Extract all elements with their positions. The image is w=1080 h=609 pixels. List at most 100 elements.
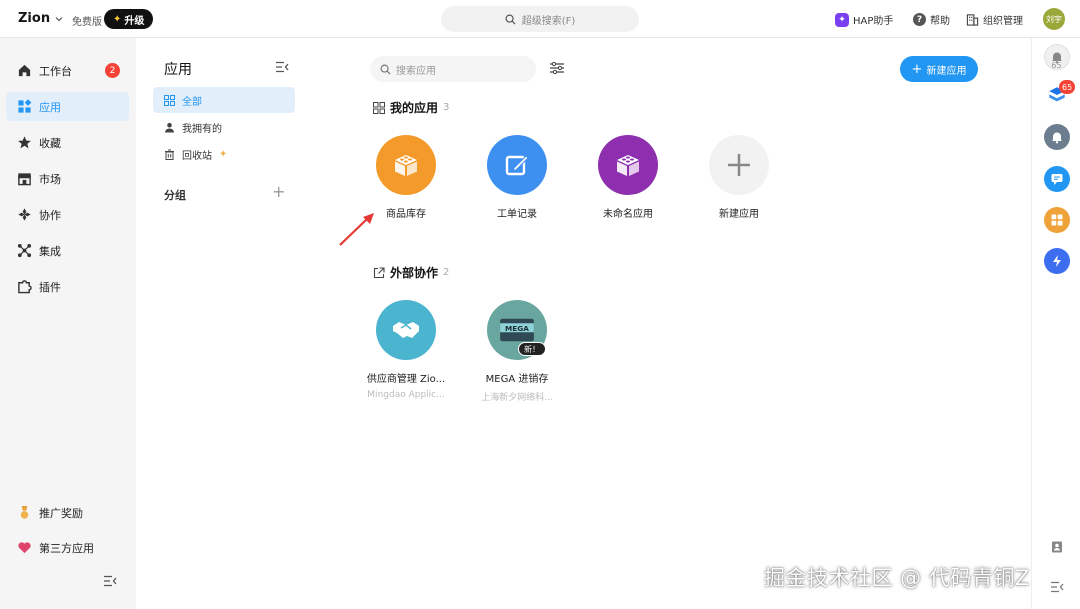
nav-item-workbench[interactable]: 工作台 2	[6, 56, 129, 85]
notification-count: 65	[1051, 61, 1062, 70]
sparkle-icon: ✦	[113, 13, 122, 25]
widgets-button[interactable]	[1044, 207, 1070, 233]
nav-label: 插件	[39, 280, 61, 294]
filter-recycle-bin[interactable]: 回收站 ✦	[153, 141, 295, 167]
lightning-icon	[1053, 255, 1061, 267]
person-icon	[164, 122, 175, 133]
filter-label: 我拥有的	[182, 123, 222, 135]
app-icon	[376, 300, 436, 360]
collapse-rail-button[interactable]	[1044, 574, 1070, 600]
store-icon	[17, 171, 32, 186]
nav-item-favorites[interactable]: 收藏	[6, 128, 129, 157]
section-title: 我的应用	[390, 101, 439, 115]
filter-label: 回收站	[182, 150, 212, 162]
group-heading: 分组	[164, 189, 186, 202]
svg-text:MEGA: MEGA	[505, 324, 529, 333]
app-card-mega[interactable]: MEGA 新！ MEGA 进销存 上海新夕网络科...	[469, 300, 565, 404]
nav-item-integration[interactable]: 集成	[6, 236, 129, 265]
my-apps-heading: 我的应用 3	[373, 99, 449, 116]
inbox-badge: 65	[1059, 80, 1076, 94]
watermark: 掘金技术社区 @ 代码青铜Z	[764, 566, 1030, 590]
nav-item-plugins[interactable]: 插件	[6, 272, 129, 301]
nav-item-collaboration[interactable]: 协作	[6, 200, 129, 229]
app-card-untitled[interactable]: 未命名应用	[580, 135, 676, 239]
hap-assistant-button[interactable]: ✦ HAP助手	[835, 12, 893, 27]
nav-label: 应用	[39, 100, 61, 114]
filter-settings-icon[interactable]	[549, 60, 565, 76]
nav-item-apps[interactable]: 应用	[6, 92, 129, 121]
collapse-sidebar-icon[interactable]	[103, 575, 117, 587]
org-admin-button[interactable]: 组织管理	[966, 12, 1023, 27]
app-search-input[interactable]: 搜索应用	[370, 56, 536, 82]
edit-icon	[505, 155, 529, 176]
app-name: 商品库存	[386, 209, 426, 220]
user-avatar[interactable]: 刘宇	[1043, 8, 1065, 30]
chat-button[interactable]	[1044, 166, 1070, 192]
app-owner: 上海新夕网络科...	[481, 393, 553, 403]
nav-item-market[interactable]: 市场	[6, 164, 129, 193]
help-icon: ?	[913, 13, 926, 26]
edition-label: 免费版	[72, 17, 102, 28]
global-search-placeholder: 超级搜索(F)	[521, 15, 576, 27]
app-name: 工单记录	[497, 209, 537, 220]
red-arrow-annotation	[339, 213, 374, 246]
star-icon	[17, 135, 32, 150]
upgrade-button[interactable]: ✦ 升级	[104, 9, 154, 29]
medal-icon	[17, 505, 32, 520]
bell-icon	[1052, 132, 1062, 144]
app-card-create-new[interactable]: 新建应用	[691, 135, 787, 239]
nav-label: 收藏	[39, 136, 61, 150]
app-owner: Mingdao Applic...	[367, 390, 445, 400]
hap-sparkle-icon: ✦	[835, 12, 849, 27]
new-app-button[interactable]: + 新建应用	[900, 56, 978, 82]
help-label: 帮助	[930, 16, 950, 27]
help-button[interactable]: ? 帮助	[913, 12, 950, 27]
app-card-supplier[interactable]: 供应商管理 Zio... Mingdao Applic...	[358, 300, 454, 404]
home-icon	[17, 63, 32, 78]
cube-icon	[617, 155, 639, 176]
global-search[interactable]: 超级搜索(F)	[441, 6, 639, 32]
cube-icon	[395, 155, 417, 176]
panel-title: 应用	[164, 62, 192, 78]
app-icon	[709, 135, 769, 195]
org-switcher[interactable]: Zion	[18, 11, 64, 26]
sparkle-icon: ✦	[219, 148, 228, 160]
app-name: MEGA 进销存	[485, 374, 549, 385]
nav-item-third-party[interactable]: 第三方应用	[6, 533, 129, 562]
automation-button[interactable]	[1044, 248, 1070, 274]
app-icon	[487, 135, 547, 195]
chat-icon	[1051, 174, 1063, 185]
building-icon	[966, 14, 979, 26]
contact-card-icon	[1052, 541, 1062, 553]
nav-label: 推广奖励	[39, 506, 83, 520]
new-badge: 新！	[518, 342, 546, 356]
app-name: 新建应用	[719, 209, 759, 220]
app-card-tickets[interactable]: 工单记录	[469, 135, 565, 239]
hap-label: HAP助手	[853, 16, 894, 27]
collapse-panel-icon[interactable]	[275, 61, 289, 73]
chevron-down-icon	[55, 16, 63, 21]
section-count: 2	[443, 267, 450, 278]
app-icon	[598, 135, 658, 195]
add-group-button[interactable]: +	[272, 184, 285, 200]
filter-owned[interactable]: 我拥有的	[153, 114, 295, 140]
plus-icon: +	[911, 61, 923, 77]
collapse-icon	[1051, 581, 1064, 593]
apps-grid-icon	[17, 99, 32, 114]
grid-icon	[373, 101, 385, 114]
alerts-button[interactable]	[1044, 124, 1070, 150]
app-icon	[376, 135, 436, 195]
nav-item-referral[interactable]: 推广奖励	[6, 498, 129, 527]
section-title: 外部协作	[390, 266, 439, 280]
apps-sub-panel: 应用 全部 我拥有的 回收站 ✦ 分组 +	[136, 38, 305, 609]
upgrade-label: 升级	[124, 15, 145, 27]
filter-all[interactable]: 全部	[153, 87, 295, 113]
contacts-button[interactable]	[1044, 534, 1070, 560]
trash-icon	[164, 149, 175, 160]
top-bar: Zion 免费版 ✦ 升级 超级搜索(F) ✦ HAP助手 ? 帮助 组织管理 …	[0, 0, 1080, 38]
brand-name: Zion	[18, 11, 51, 26]
plus-icon	[728, 154, 750, 176]
nav-label: 集成	[39, 244, 61, 258]
heart-icon	[17, 540, 32, 555]
nav-label: 工作台	[39, 64, 72, 78]
